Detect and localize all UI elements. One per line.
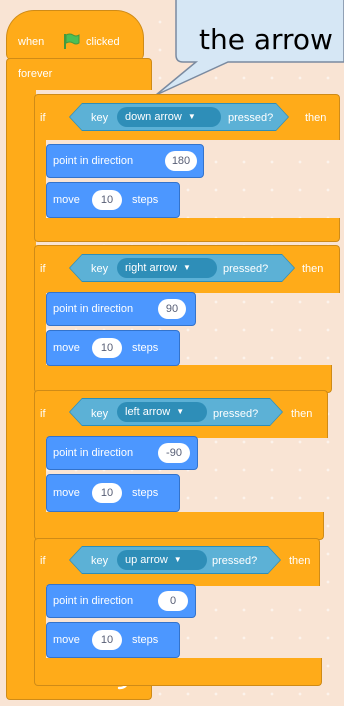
- key-dropdown[interactable]: right arrow ▼: [117, 258, 217, 278]
- green-flag-icon: [64, 33, 80, 49]
- key-dropdown-value: left arrow: [125, 406, 171, 418]
- point-label: point in direction: [53, 595, 134, 607]
- if-label: if: [40, 408, 46, 420]
- point-label: point in direction: [53, 447, 134, 459]
- move-label: move: [53, 342, 80, 354]
- if-arm: [34, 291, 46, 367]
- move-label: move: [53, 634, 80, 646]
- steps-label: steps: [132, 487, 159, 499]
- key-label: key: [91, 555, 109, 567]
- steps-label: steps: [132, 634, 159, 646]
- if-bottom: [34, 365, 332, 393]
- steps-input[interactable]: 10: [92, 483, 122, 503]
- key-label: key: [91, 263, 109, 275]
- if-arm: [34, 584, 46, 660]
- chevron-down-icon: ▼: [173, 555, 182, 564]
- chevron-down-icon: ▼: [187, 112, 196, 121]
- pressed-label: pressed?: [213, 408, 259, 420]
- steps-input[interactable]: 10: [92, 190, 122, 210]
- if-label: if: [40, 263, 46, 275]
- chevron-down-icon: ▼: [176, 407, 185, 416]
- key-dropdown[interactable]: left arrow ▼: [117, 402, 207, 422]
- pressed-label: pressed?: [212, 555, 258, 567]
- forever-arm: [6, 88, 36, 672]
- key-dropdown-value: up arrow: [125, 554, 168, 566]
- chevron-down-icon: ▼: [182, 263, 191, 272]
- move-label: move: [53, 194, 80, 206]
- callout-text: the arrow: [199, 23, 333, 56]
- direction-input[interactable]: -90: [158, 443, 190, 463]
- key-dropdown-value: right arrow: [125, 262, 177, 274]
- clicked-label: clicked: [86, 36, 120, 48]
- steps-label: steps: [132, 194, 159, 206]
- key-label: key: [91, 408, 109, 420]
- direction-input[interactable]: 180: [165, 151, 197, 171]
- forever-label: forever: [18, 68, 53, 80]
- then-label: then: [291, 408, 313, 420]
- if-bottom: [34, 512, 324, 540]
- then-label: then: [305, 112, 327, 124]
- direction-input[interactable]: 90: [158, 299, 186, 319]
- direction-input[interactable]: 0: [158, 591, 188, 611]
- if-label: if: [40, 555, 46, 567]
- point-label: point in direction: [53, 155, 134, 167]
- if-arm: [34, 436, 46, 514]
- steps-input[interactable]: 10: [92, 630, 122, 650]
- steps-label: steps: [132, 342, 159, 354]
- when-label: when: [18, 36, 45, 48]
- key-dropdown-value: down arrow: [125, 111, 182, 123]
- move-label: move: [53, 487, 80, 499]
- pressed-label: pressed?: [223, 263, 269, 275]
- if-bottom: [34, 658, 322, 686]
- key-dropdown[interactable]: down arrow ▼: [117, 107, 221, 127]
- pressed-label: pressed?: [228, 112, 274, 124]
- if-bottom: [34, 218, 340, 242]
- steps-input[interactable]: 10: [92, 338, 122, 358]
- key-dropdown[interactable]: up arrow ▼: [117, 550, 207, 570]
- key-label: key: [91, 112, 109, 124]
- then-label: then: [289, 555, 311, 567]
- if-arm: [34, 138, 46, 220]
- if-label: if: [40, 112, 46, 124]
- then-label: then: [302, 263, 324, 275]
- point-label: point in direction: [53, 303, 134, 315]
